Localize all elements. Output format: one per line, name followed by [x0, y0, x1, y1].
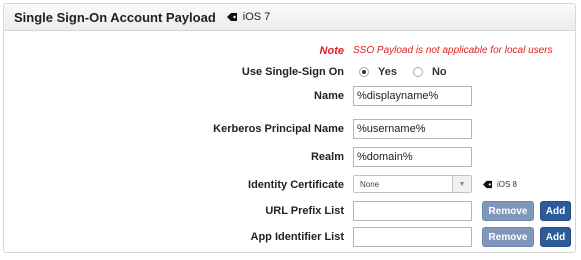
- identity-cert-select[interactable]: None ▼: [353, 175, 472, 193]
- identity-cert-row: Identity Certificate None ▼ iOS 8: [4, 175, 577, 195]
- identity-cert-label: Identity Certificate: [248, 179, 344, 191]
- app-identifier-field: Remove Add: [353, 227, 581, 247]
- app-identifier-input[interactable]: [353, 227, 472, 247]
- use-sso-yes-label[interactable]: Yes: [378, 66, 397, 78]
- use-sso-no-radio[interactable]: [412, 67, 423, 77]
- identity-cert-selected: None: [360, 179, 380, 189]
- kerberos-input[interactable]: [353, 119, 472, 139]
- identity-cert-os-label: iOS 8: [497, 179, 518, 189]
- use-sso-row: Use Single-Sign On Yes No: [4, 62, 577, 82]
- url-prefix-field: Remove Add: [353, 201, 581, 221]
- note-row: Note SSO Payload is not applicable for l…: [4, 41, 577, 61]
- app-identifier-row: App Identifier List Remove Add: [4, 227, 577, 247]
- tag-icon: [226, 12, 238, 22]
- use-sso-yes-radio[interactable]: [359, 67, 369, 77]
- kerberos-label: Kerberos Principal Name: [213, 123, 344, 135]
- name-input[interactable]: [353, 86, 472, 106]
- url-prefix-remove-button[interactable]: Remove: [482, 201, 534, 221]
- realm-label: Realm: [310, 151, 344, 163]
- url-prefix-label: URL Prefix List: [265, 205, 344, 217]
- use-sso-radio-group: Yes No: [353, 62, 447, 82]
- panel-header: Single Sign-On Account Payload iOS 7: [4, 4, 575, 31]
- identity-cert-field: None ▼ iOS 8: [353, 175, 581, 195]
- sso-payload-panel: Single Sign-On Account Payload iOS 7 Not…: [3, 3, 576, 253]
- realm-row: Realm: [4, 147, 577, 167]
- app-identifier-add-button[interactable]: Add: [540, 227, 571, 247]
- url-prefix-input[interactable]: [353, 201, 472, 221]
- realm-input[interactable]: [353, 147, 472, 167]
- name-label: Name: [314, 90, 344, 102]
- name-row: Name: [4, 86, 577, 106]
- app-identifier-label: App Identifier List: [250, 231, 345, 243]
- url-prefix-add-button[interactable]: Add: [540, 201, 571, 221]
- use-sso-no-label[interactable]: No: [432, 66, 447, 78]
- kerberos-row: Kerberos Principal Name: [4, 119, 577, 139]
- identity-cert-os-tag: iOS 8: [482, 175, 517, 193]
- note-text: SSO Payload is not applicable for local …: [353, 45, 553, 56]
- note-label: Note: [319, 45, 344, 57]
- app-identifier-remove-button[interactable]: Remove: [482, 227, 534, 247]
- url-prefix-row: URL Prefix List Remove Add: [4, 201, 577, 221]
- panel-title: Single Sign-On Account Payload: [14, 9, 216, 25]
- tag-icon: [482, 180, 493, 189]
- os-version-label: iOS 7: [242, 11, 271, 23]
- use-sso-label: Use Single-Sign On: [241, 66, 344, 78]
- chevron-down-icon[interactable]: ▼: [452, 176, 471, 192]
